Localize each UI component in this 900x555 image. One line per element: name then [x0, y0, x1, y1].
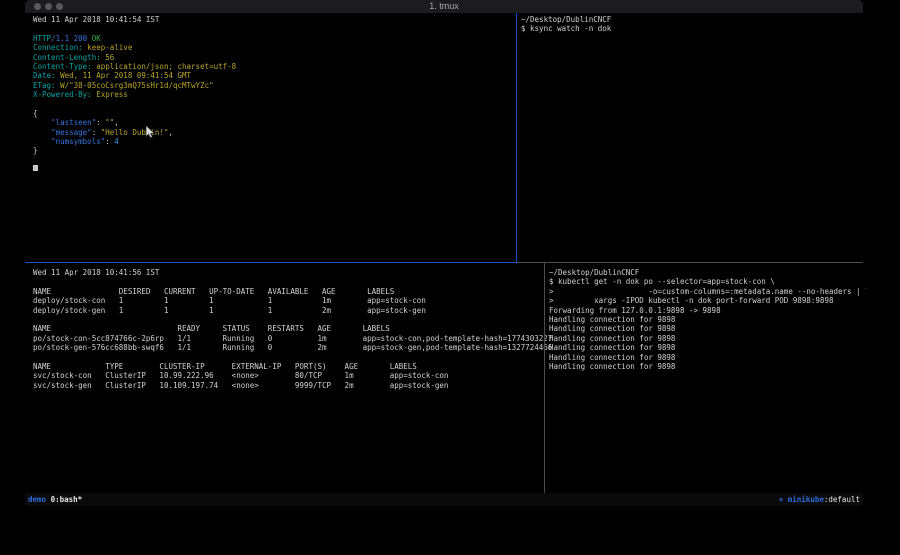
- terminal-line: ~/Desktop/DublinCNCF: [521, 15, 866, 24]
- terminal-line: Handling connection for 9898: [549, 315, 866, 324]
- terminal-line: Date: Wed, 11 Apr 2018 09:41:54 GMT: [33, 71, 524, 80]
- terminal-line: NAME TYPE CLUSTER-IP EXTERNAL-IP PORT(S)…: [33, 362, 552, 371]
- terminal-line: ~/Desktop/DublinCNCF: [549, 268, 866, 277]
- terminal-line: svc/stock-con ClusterIP 10.99.222.96 <no…: [33, 371, 552, 380]
- terminal-line: $ kubectl get -n dok po --selector=app=s…: [549, 277, 866, 286]
- terminal-line: po/stock-con-5cc874766c-2p6rp 1/1 Runnin…: [33, 334, 552, 343]
- terminal-line: [33, 100, 524, 109]
- window-tab-bash[interactable]: 0:bash*: [51, 495, 83, 504]
- terminal-line: X-Powered-By: Express: [33, 90, 524, 99]
- terminal-line: Handling connection for 9898: [549, 353, 866, 362]
- terminal-line: Wed 11 Apr 2018 10:41:56 IST: [33, 268, 552, 277]
- terminal-window: 1. tmux Wed 11 Apr 2018 10:41:54 IST HTT…: [25, 0, 863, 506]
- terminal-line: svc/stock-gen ClusterIP 10.109.197.74 <n…: [33, 381, 552, 390]
- terminal-line: po/stock-gen-576cc688bb-swqf6 1/1 Runnin…: [33, 343, 552, 352]
- status-right: ⎈ minikube:default: [779, 493, 860, 506]
- window-title: 1. tmux: [25, 1, 863, 11]
- terminal-line: [33, 24, 524, 33]
- terminal-line: "lastseen": "",: [33, 118, 524, 127]
- terminal-line: Content-Length: 56: [33, 53, 524, 62]
- desktop-background: 1. tmux Wed 11 Apr 2018 10:41:54 IST HTT…: [0, 0, 900, 555]
- terminal-line: ETag: W/"38-05coCsrg3mQ75sHr1d/qcMTwYZc": [33, 81, 524, 90]
- terminal-line: HTTP/1.1 200 OK: [33, 34, 524, 43]
- terminal-line: deploy/stock-gen 1 1 1 1 2m app=stock-ge…: [33, 306, 552, 315]
- tmux-status-bar: demo 0:bash* ⎈ minikube:default: [25, 493, 863, 506]
- terminal-line: [33, 353, 552, 362]
- terminal-line: Handling connection for 9898: [549, 343, 866, 352]
- terminal-line: Handling connection for 9898: [549, 334, 866, 343]
- terminal-line: NAME READY STATUS RESTARTS AGE LABELS: [33, 324, 552, 333]
- kube-namespace: :default: [824, 495, 860, 504]
- terminal-line: "numsymbols": 4: [33, 137, 524, 146]
- terminal-line: [33, 277, 552, 286]
- mouse-cursor: [145, 125, 156, 139]
- pane-http-response[interactable]: Wed 11 Apr 2018 10:41:54 IST HTTP/1.1 20…: [25, 13, 524, 264]
- terminal-line: Forwarding from 127.0.0.1:9898 -> 9898: [549, 306, 866, 315]
- pane-border-vertical-top[interactable]: [516, 13, 517, 263]
- pane-kubectl-resources[interactable]: Wed 11 Apr 2018 10:41:56 IST NAME DESIRE…: [25, 263, 552, 498]
- terminal-line: {: [33, 109, 524, 118]
- terminal-line: [33, 156, 524, 165]
- pane-ksync-watch[interactable]: ~/Desktop/DublinCNCF$ ksync watch -n dok: [518, 13, 866, 264]
- terminal-line: Content-Type: application/json; charset=…: [33, 62, 524, 71]
- terminal-line: Handling connection for 9898: [549, 362, 866, 371]
- terminal-line: NAME DESIRED CURRENT UP-TO-DATE AVAILABL…: [33, 287, 552, 296]
- terminal-line: Handling connection for 9898: [549, 324, 866, 333]
- pane-port-forward[interactable]: ~/Desktop/DublinCNCF$ kubectl get -n dok…: [546, 263, 866, 498]
- terminal-line: [33, 165, 524, 174]
- terminal-cursor: [33, 165, 38, 171]
- pane-border-vertical-bottom[interactable]: [544, 263, 545, 493]
- status-left: demo 0:bash*: [28, 493, 82, 506]
- helm-wheel-icon: ⎈: [779, 495, 788, 504]
- terminal-line: > xargs -IPOD kubectl -n dok port-forwar…: [549, 296, 866, 305]
- kube-context: minikube: [788, 495, 824, 504]
- terminal-line: Connection: keep-alive: [33, 43, 524, 52]
- terminal-line: [33, 315, 552, 324]
- terminal-line: }: [33, 146, 524, 155]
- terminal-line: $ ksync watch -n dok: [521, 24, 866, 33]
- terminal-line: "message": "Hello Dublin!",: [33, 128, 524, 137]
- window-titlebar[interactable]: 1. tmux: [25, 0, 863, 13]
- terminal-line: Wed 11 Apr 2018 10:41:54 IST: [33, 15, 524, 24]
- terminal-line: > -o=custom-columns=:metadata.name --no-…: [549, 287, 866, 296]
- session-name: demo: [28, 495, 46, 504]
- terminal-line: deploy/stock-con 1 1 1 1 1m app=stock-co…: [33, 296, 552, 305]
